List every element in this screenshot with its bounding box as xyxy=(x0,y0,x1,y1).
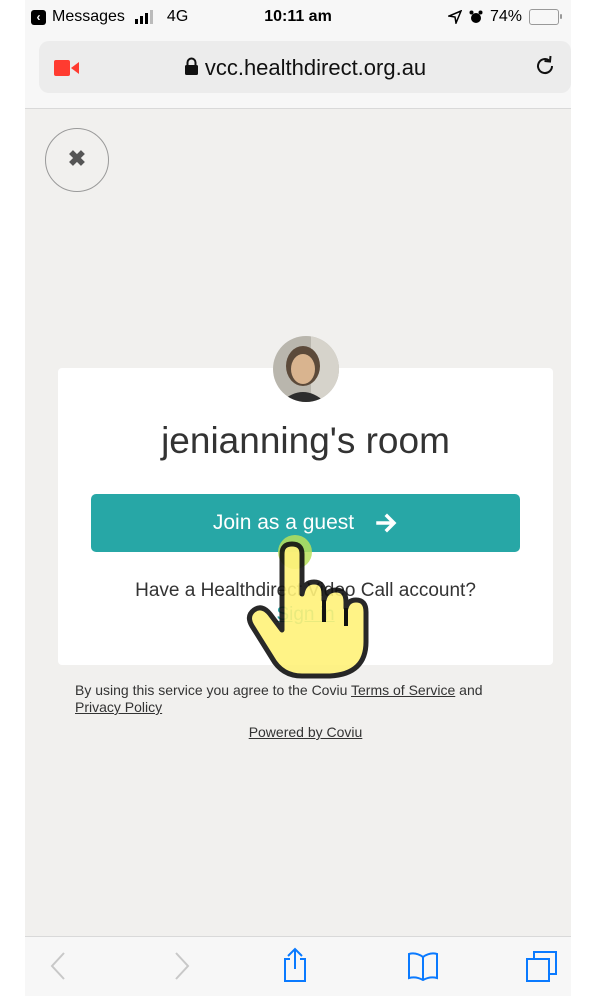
location-icon xyxy=(447,10,462,24)
browser-bar: vcc.healthdirect.org.au xyxy=(25,34,571,109)
terms-prefix: By using this service you agree to the C… xyxy=(75,682,348,698)
privacy-policy-link[interactable]: Privacy Policy xyxy=(75,699,162,715)
back-chevron-icon[interactable] xyxy=(49,951,67,981)
terms-and: and xyxy=(459,682,483,698)
avatar xyxy=(273,336,339,402)
battery-icon xyxy=(529,9,562,25)
powered-by: Powered by Coviu xyxy=(58,724,553,740)
arrow-right-icon xyxy=(376,513,397,533)
forward-chevron-icon[interactable] xyxy=(173,951,191,981)
share-icon[interactable] xyxy=(282,947,308,983)
powered-by-link[interactable]: Powered by Coviu xyxy=(249,724,363,740)
lock-icon xyxy=(184,57,198,75)
room-title: jenianning's room xyxy=(161,420,450,461)
battery-percent: 74% xyxy=(489,8,522,25)
terms-of-service-link[interactable]: Terms of Service xyxy=(351,682,455,698)
reload-icon[interactable] xyxy=(533,54,557,78)
avatar-photo xyxy=(273,336,339,402)
join-button-label: Join as a guest xyxy=(212,511,355,534)
status-right: 74% xyxy=(447,8,562,26)
tabs-icon[interactable] xyxy=(525,949,559,983)
close-icon: ✖ xyxy=(67,146,87,171)
status-bar: ‹ Messages 4G 10:11 am 74% xyxy=(25,0,571,34)
url-text: vcc.healthdirect.org.au xyxy=(204,55,427,80)
terms-notice: By using this service you agree to the C… xyxy=(75,682,545,716)
browser-toolbar xyxy=(25,936,571,996)
phone-screen: ‹ Messages 4G 10:11 am 74% vcc.healthdir… xyxy=(25,0,571,996)
pointing-hand-icon xyxy=(246,535,369,679)
url-field[interactable]: vcc.healthdirect.org.au xyxy=(39,41,571,93)
close-button[interactable]: ✖ xyxy=(45,128,109,192)
url-display[interactable]: vcc.healthdirect.org.au xyxy=(39,55,571,81)
alarm-icon xyxy=(469,10,483,23)
bookmarks-icon[interactable] xyxy=(407,951,439,981)
